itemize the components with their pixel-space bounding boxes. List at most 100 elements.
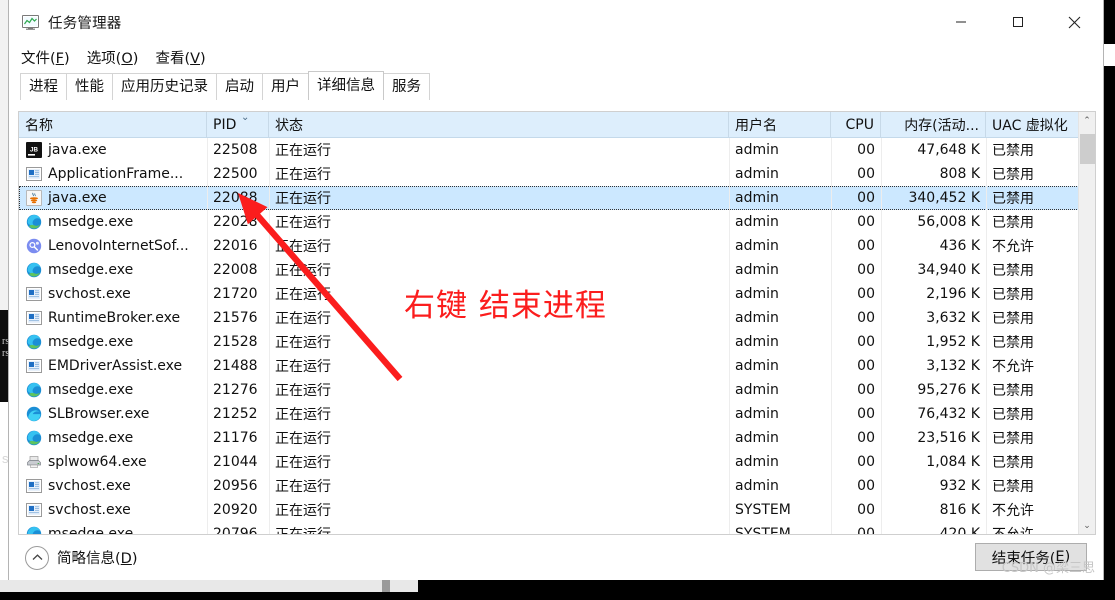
uac-value: 已禁用 bbox=[992, 455, 1034, 471]
table-row[interactable]: SLBrowser.exe 21252 正在运行 admin 00 76,432 K 已禁用 bbox=[19, 402, 1095, 426]
column-divider bbox=[986, 138, 987, 534]
memory-value: 76,432 K bbox=[917, 406, 980, 422]
pid-value: 21044 bbox=[213, 454, 258, 470]
cell-name: msedge.exe bbox=[19, 210, 207, 234]
table-row[interactable]: JB java.exe 22508 正在运行 admin 00 47,648 K 已禁用 bbox=[19, 138, 1095, 162]
java-icon bbox=[26, 190, 42, 206]
table-row[interactable]: msedge.exe 22028 正在运行 admin 00 56,008 K 已禁用 bbox=[19, 210, 1095, 234]
process-name-label: msedge.exe bbox=[48, 382, 134, 398]
pid-value: 22508 bbox=[213, 142, 258, 158]
status-value: 正在运行 bbox=[275, 239, 331, 255]
table-row[interactable]: msedge.exe 20796 正在运行 SYSTEM 00 420 K 不允许 bbox=[19, 522, 1095, 535]
cell-user: admin bbox=[729, 402, 831, 426]
cell-memory: 3,132 K bbox=[881, 354, 986, 378]
user-value: admin bbox=[735, 358, 779, 374]
table-row[interactable]: ApplicationFrame... 22500 正在运行 admin 00 808 K… bbox=[19, 162, 1095, 186]
edge-legacy-icon bbox=[26, 406, 42, 422]
pid-value: 21176 bbox=[213, 430, 258, 446]
close-button[interactable] bbox=[1046, 0, 1103, 44]
table-row[interactable]: java.exe 22088 正在运行 admin 00 340,452 K 已禁用 bbox=[19, 186, 1095, 210]
memory-value: 1,952 K bbox=[926, 334, 980, 350]
title-bar: 任务管理器 bbox=[9, 0, 1103, 44]
table-row[interactable]: msedge.exe 21528 正在运行 admin 00 1,952 K 已禁用 bbox=[19, 330, 1095, 354]
column-header-uac[interactable]: UAC 虚拟化 bbox=[986, 112, 1080, 137]
cell-memory: 34,940 K bbox=[881, 258, 986, 282]
cell-pid: 22016 bbox=[207, 234, 269, 258]
uac-value: 已禁用 bbox=[992, 431, 1034, 447]
menu-options-tail: ) bbox=[132, 50, 139, 67]
menu-item-view[interactable]: 查看(V) bbox=[155, 47, 205, 68]
tab-services[interactable]: 服务 bbox=[383, 73, 430, 100]
cell-name: svchost.exe bbox=[19, 282, 207, 306]
menu-item-options[interactable]: 选项(O) bbox=[87, 47, 139, 68]
cell-memory: 1,084 K bbox=[881, 450, 986, 474]
cell-memory: 340,452 K bbox=[881, 186, 986, 210]
tab-performance[interactable]: 性能 bbox=[66, 73, 113, 100]
taskbar-light-strip bbox=[0, 580, 418, 592]
cell-user: admin bbox=[729, 162, 831, 186]
maximize-button[interactable] bbox=[989, 0, 1046, 44]
uac-value: 不允许 bbox=[992, 527, 1034, 535]
table-row[interactable]: msedge.exe 22008 正在运行 admin 00 34,940 K 已禁用 bbox=[19, 258, 1095, 282]
table-row[interactable]: RuntimeBroker.exe 21576 正在运行 admin 00 3,632 K… bbox=[19, 306, 1095, 330]
fewer-details-button[interactable]: 简略信息(D) bbox=[25, 545, 138, 570]
column-divider bbox=[831, 138, 832, 534]
column-divider bbox=[269, 138, 270, 534]
table-row[interactable]: splwow64.exe 21044 正在运行 admin 00 1,084 K 已禁用 bbox=[19, 450, 1095, 474]
table-row[interactable]: msedge.exe 21276 正在运行 admin 00 95,276 K 已禁用 bbox=[19, 378, 1095, 402]
pid-value: 21252 bbox=[213, 406, 258, 422]
sort-indicator-icon: ⌄ bbox=[241, 112, 250, 123]
cell-pid: 20956 bbox=[207, 474, 269, 498]
scroll-up-arrow[interactable]: ⌃ bbox=[1079, 112, 1095, 129]
uac-value: 已禁用 bbox=[992, 143, 1034, 159]
process-name-label: svchost.exe bbox=[48, 478, 131, 494]
process-name-label: SLBrowser.exe bbox=[48, 406, 150, 422]
title-bar-left: 任务管理器 bbox=[9, 12, 122, 33]
table-row[interactable]: svchost.exe 21720 正在运行 admin 00 2,196 K 已禁用 bbox=[19, 282, 1095, 306]
cell-name: svchost.exe bbox=[19, 498, 207, 522]
tab-details[interactable]: 详细信息 bbox=[308, 71, 384, 100]
cell-memory: 420 K bbox=[881, 522, 986, 534]
cell-user: admin bbox=[729, 138, 831, 162]
table-row[interactable]: svchost.exe 20956 正在运行 admin 00 932 K 已禁用 bbox=[19, 474, 1095, 498]
process-name-label: LenovoInternetSof... bbox=[48, 238, 189, 254]
cell-user: admin bbox=[729, 426, 831, 450]
table-row[interactable]: msedge.exe 21176 正在运行 admin 00 23,516 K 已禁用 bbox=[19, 426, 1095, 450]
column-header-memory[interactable]: 内存(活动... bbox=[881, 112, 986, 137]
cell-name: splwow64.exe bbox=[19, 450, 207, 474]
menu-view-mnemonic: V bbox=[190, 50, 201, 67]
table-row[interactable]: svchost.exe 20920 正在运行 SYSTEM 00 816 K 不允许 bbox=[19, 498, 1095, 522]
cell-pid: 20796 bbox=[207, 522, 269, 534]
table-row[interactable]: LenovoInternetSof... 22016 正在运行 admin 00 436 … bbox=[19, 234, 1095, 258]
tab-processes[interactable]: 进程 bbox=[20, 73, 67, 100]
generic-app-icon bbox=[26, 310, 42, 326]
column-header-name[interactable]: 名称 bbox=[19, 112, 207, 137]
table-row[interactable]: EMDriverAssist.exe 21488 正在运行 admin 00 3,132 … bbox=[19, 354, 1095, 378]
cell-memory: 76,432 K bbox=[881, 402, 986, 426]
desktop-right-highlight bbox=[1104, 44, 1115, 66]
minimize-button[interactable] bbox=[932, 0, 989, 44]
footer-bar: 简略信息(D) 结束任务(E) bbox=[9, 535, 1103, 580]
cell-uac: 不允许 bbox=[986, 354, 1080, 378]
tab-users[interactable]: 用户 bbox=[262, 73, 309, 100]
menu-item-file[interactable]: 文件(F) bbox=[21, 47, 70, 68]
process-name-label: svchost.exe bbox=[48, 286, 131, 302]
cell-pid: 22028 bbox=[207, 210, 269, 234]
cell-uac: 已禁用 bbox=[986, 306, 1080, 330]
cell-user: admin bbox=[729, 234, 831, 258]
generic-app-icon bbox=[26, 478, 42, 494]
process-name-label: java.exe bbox=[48, 190, 107, 206]
column-header-status[interactable]: 状态 bbox=[269, 112, 729, 137]
scrollbar-thumb[interactable] bbox=[1080, 134, 1095, 164]
cell-status: 正在运行 bbox=[269, 330, 729, 354]
tab-app-history[interactable]: 应用历史记录 bbox=[112, 73, 217, 100]
vertical-scrollbar[interactable]: ⌃ ⌄ bbox=[1078, 112, 1095, 534]
tab-startup[interactable]: 启动 bbox=[216, 73, 263, 100]
column-header-user[interactable]: 用户名 bbox=[729, 112, 831, 137]
pid-value: 21488 bbox=[213, 358, 258, 374]
scroll-down-arrow[interactable]: ⌄ bbox=[1079, 517, 1095, 534]
user-value: admin bbox=[735, 166, 779, 182]
memory-value: 34,940 K bbox=[917, 262, 980, 278]
column-header-cpu[interactable]: CPU bbox=[831, 112, 881, 137]
column-header-pid[interactable]: PID ⌄ bbox=[207, 112, 269, 137]
